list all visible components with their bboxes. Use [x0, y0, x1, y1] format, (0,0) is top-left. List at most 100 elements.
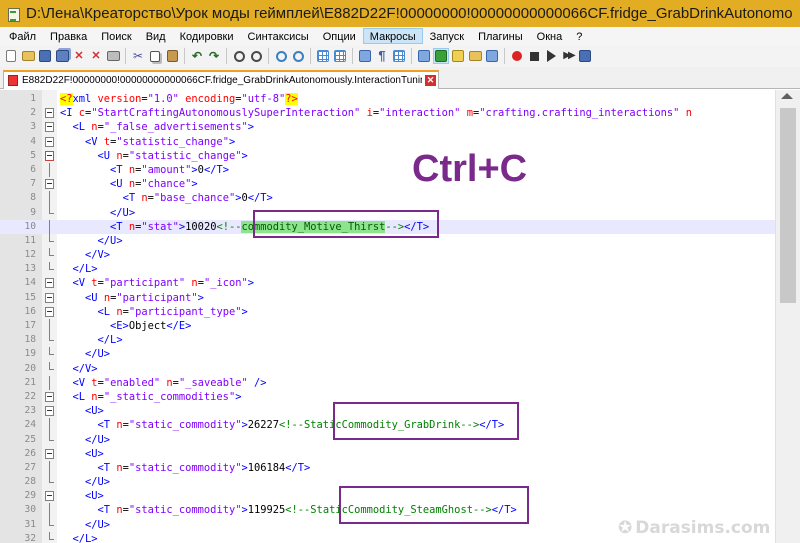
fold-toggle-icon[interactable]: [45, 150, 54, 161]
run-macro-multiple-icon[interactable]: ▶▶: [560, 48, 576, 64]
fold-toggle-icon[interactable]: [45, 448, 54, 459]
code-line[interactable]: 15 <U n="participant">: [0, 291, 775, 305]
code-line[interactable]: 30 <T n="static_commodity">119925<!--Sta…: [0, 503, 775, 518]
code-line[interactable]: 20 </V>: [0, 361, 775, 376]
menu-item-8[interactable]: Запуск: [423, 28, 471, 44]
sync-horizontal-icon[interactable]: [332, 48, 348, 64]
sync-vertical-icon[interactable]: [315, 48, 331, 64]
tab-close-icon[interactable]: ✕: [425, 75, 436, 86]
undo-icon[interactable]: ↶: [189, 48, 205, 64]
folder-workspace-icon[interactable]: [467, 48, 483, 64]
open-folder-icon[interactable]: [20, 48, 36, 64]
code-line[interactable]: 19 </U>: [0, 347, 775, 361]
menu-item-5[interactable]: Синтаксисы: [241, 28, 316, 44]
find-icon[interactable]: [231, 48, 247, 64]
menu-item-1[interactable]: Правка: [43, 28, 94, 44]
record-macro-icon[interactable]: [509, 48, 525, 64]
fold-line-marker: [45, 375, 54, 390]
code-line[interactable]: 14 <V t="participant" n="_icon">: [0, 276, 775, 290]
word-wrap-icon[interactable]: [357, 48, 373, 64]
code-line[interactable]: 16 <L n="participant_type">: [0, 305, 775, 319]
code-line[interactable]: 26 <U>: [0, 447, 775, 461]
fold-toggle-icon[interactable]: [45, 406, 54, 417]
editor[interactable]: 1 <?xml version="1.0" encoding="utf-8"?> 2…: [0, 90, 800, 543]
fold-toggle-icon[interactable]: [45, 136, 54, 147]
fold-toggle-icon[interactable]: [45, 292, 54, 303]
zoom-out-icon[interactable]: [290, 48, 306, 64]
zoom-in-icon[interactable]: [273, 48, 289, 64]
menu-item-7[interactable]: Макросы: [362, 28, 423, 44]
menu-item-2[interactable]: Поиск: [94, 28, 138, 44]
scroll-thumb[interactable]: [780, 108, 796, 303]
paste-icon[interactable]: [164, 48, 180, 64]
code-line[interactable]: 17 <E>Object</E>: [0, 319, 775, 334]
code-line[interactable]: 1 <?xml version="1.0" encoding="utf-8"?>: [0, 92, 775, 106]
tab-interaction-tuning-xml[interactable]: E882D22F!00000000!00000000000066CF.fridg…: [3, 70, 439, 89]
menu-item-3[interactable]: Вид: [139, 28, 173, 44]
function-list-icon[interactable]: [450, 48, 466, 64]
fold-toggle-icon[interactable]: [45, 306, 54, 317]
fold-toggle-icon[interactable]: [45, 179, 54, 190]
code-line[interactable]: 13 </L>: [0, 262, 775, 276]
print-icon[interactable]: [105, 48, 121, 64]
fold-toggle-icon[interactable]: [45, 108, 54, 119]
code-line[interactable]: 22 <L n="_static_commodities">: [0, 390, 775, 404]
menu-item-9[interactable]: Плагины: [471, 28, 530, 44]
code-line[interactable]: 8 <T n="base_chance">0</T>: [0, 191, 775, 206]
code-line[interactable]: 7 <U n="chance">: [0, 177, 775, 191]
vertical-scrollbar[interactable]: [775, 90, 800, 543]
show-all-chars-icon[interactable]: ¶: [374, 48, 390, 64]
line-number: 29: [24, 490, 36, 502]
code-line[interactable]: 12 </V>: [0, 248, 775, 262]
save-macro-icon[interactable]: [577, 48, 593, 64]
code-line[interactable]: 28 </U>: [0, 475, 775, 489]
code-text: <V t="participant" n="_icon">: [60, 276, 255, 290]
menu-item-6[interactable]: Опции: [316, 28, 363, 44]
redo-icon[interactable]: ↷: [206, 48, 222, 64]
menu-item-10[interactable]: Окна: [530, 28, 570, 44]
code-line[interactable]: 18 </L>: [0, 333, 775, 347]
monitoring-icon[interactable]: [484, 48, 500, 64]
code-token: encoding: [185, 93, 236, 105]
scroll-up-icon[interactable]: [781, 93, 793, 99]
close-all-icon[interactable]: ✕: [88, 48, 104, 64]
new-file-icon[interactable]: [3, 48, 19, 64]
code-line[interactable]: 5 <U n="statistic_change">: [0, 149, 775, 163]
menu-item-0[interactable]: Файл: [2, 28, 43, 44]
user-language-icon[interactable]: [416, 48, 432, 64]
fold-toggle-icon[interactable]: [45, 491, 54, 502]
close-icon[interactable]: ✕: [71, 48, 87, 64]
code-line[interactable]: 2 <I c="StartCraftingAutonomouslySuperInt…: [0, 106, 775, 120]
code-line[interactable]: 25 </U>: [0, 432, 775, 447]
code-lines[interactable]: 1 <?xml version="1.0" encoding="utf-8"?> 2…: [0, 92, 775, 543]
doc-map-icon[interactable]: [433, 48, 449, 64]
code-line[interactable]: 10 <T n="stat">10020<!--commodity_Motive…: [0, 219, 775, 234]
play-macro-icon[interactable]: [543, 48, 559, 64]
cut-icon[interactable]: ✂: [130, 48, 146, 64]
code-token: </T>: [404, 220, 430, 233]
code-line[interactable]: 23 <U>: [0, 404, 775, 418]
replace-icon[interactable]: [248, 48, 264, 64]
code-line[interactable]: 3 <L n="_false_advertisements">: [0, 120, 775, 134]
stop-macro-icon[interactable]: [526, 48, 542, 64]
fold-toggle-icon[interactable]: [45, 278, 54, 289]
code-line[interactable]: 4 <V t="statistic_change">: [0, 135, 775, 149]
code-text: <T n="static_commodity">119925<!--Static…: [60, 503, 517, 517]
code-line[interactable]: 27 <T n="static_commodity">106184</T>: [0, 460, 775, 476]
copy-icon[interactable]: [147, 48, 163, 64]
code-line[interactable]: 21 <V t="enabled" n="_saveable" />: [0, 375, 775, 390]
fold-toggle-icon[interactable]: [45, 122, 54, 133]
indent-guide-icon[interactable]: [391, 48, 407, 64]
code-line[interactable]: 11 </U>: [0, 233, 775, 248]
save-all-icon[interactable]: [54, 48, 70, 64]
fold-toggle-icon[interactable]: [45, 391, 54, 402]
code-line[interactable]: 29 <U>: [0, 489, 775, 503]
code-line[interactable]: 24 <T n="static_commodity">26227<!--Stat…: [0, 418, 775, 433]
menu-item-11[interactable]: ?: [569, 28, 589, 44]
code-line[interactable]: 9 </U>: [0, 205, 775, 220]
menu-item-4[interactable]: Кодировки: [173, 28, 241, 44]
code-line[interactable]: 6 <T n="amount">0</T>: [0, 162, 775, 178]
code-token: "statistic_change": [128, 149, 242, 162]
save-icon[interactable]: [37, 48, 53, 64]
